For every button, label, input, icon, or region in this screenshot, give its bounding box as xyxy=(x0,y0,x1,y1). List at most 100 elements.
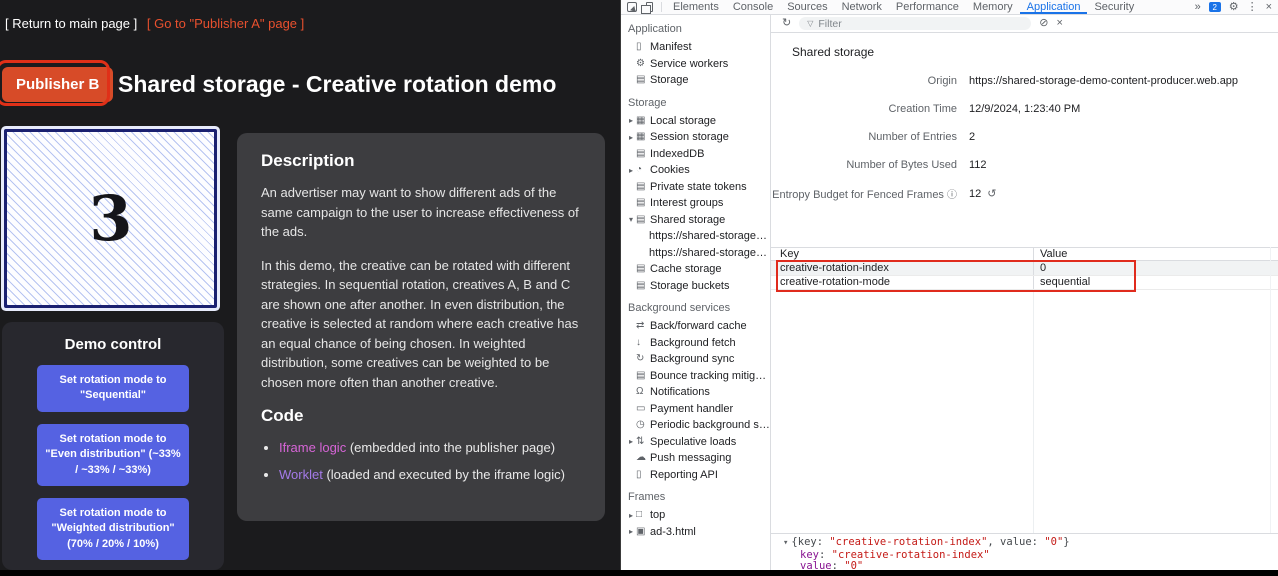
set-weighted-distribution-button[interactable]: Set rotation mode to "Weighted distribut… xyxy=(37,498,189,560)
item-label: Storage xyxy=(650,74,770,86)
section-title-background-services: Background services xyxy=(621,294,770,318)
meta-row-creation-time: Creation Time12/9/2024, 1:23:40 PM xyxy=(771,95,1278,123)
tab-security[interactable]: Security xyxy=(1087,0,1141,14)
tab-elements[interactable]: Elements xyxy=(666,0,726,14)
expander-icon[interactable]: ▸ xyxy=(626,116,636,125)
column-header-value[interactable]: Value xyxy=(1034,248,1278,260)
tab-console[interactable]: Console xyxy=(726,0,780,14)
tab-performance[interactable]: Performance xyxy=(889,0,966,14)
sidebar-item-local-storage[interactable]: ▸▦Local storage xyxy=(621,113,770,130)
refresh-icon[interactable]: ↻ xyxy=(782,18,791,29)
expander-icon[interactable]: ▾ xyxy=(626,215,636,224)
code-list: Iframe logic (embedded into the publishe… xyxy=(279,438,581,484)
clock-icon: ◷ xyxy=(636,420,650,430)
item-label: Interest groups xyxy=(650,197,770,209)
expander-icon[interactable]: ▾ xyxy=(783,538,788,548)
sidebar-item-shared-storage-origin-2[interactable]: https://shared-storage-d… xyxy=(621,245,770,262)
filter-input[interactable] xyxy=(818,18,1023,30)
worklet-link[interactable]: Worklet xyxy=(279,467,323,482)
sidebar-item-shared-storage[interactable]: ▾▤Shared storage xyxy=(621,212,770,229)
sidebar-item-session-storage[interactable]: ▸▦Session storage xyxy=(621,129,770,146)
sidebar-item-service-workers[interactable]: ⚙Service workers xyxy=(621,56,770,73)
database-icon: ▤ xyxy=(636,182,650,192)
sidebar-item-storage-buckets[interactable]: ▤Storage buckets xyxy=(621,278,770,295)
sidebar-item-back-forward-cache[interactable]: ⇄Back/forward cache xyxy=(621,318,770,335)
iframe-logic-link[interactable]: Iframe logic xyxy=(279,440,346,455)
sidebar-item-indexeddb[interactable]: ▤IndexedDB xyxy=(621,146,770,163)
sidebar-item-reporting-api[interactable]: ▯Reporting API xyxy=(621,467,770,484)
goto-publisher-a-link[interactable]: [ Go to "Publisher A" page ] xyxy=(147,16,304,31)
demo-control-title: Demo control xyxy=(2,322,224,353)
expander-icon[interactable]: ▸ xyxy=(626,133,636,142)
tab-application[interactable]: Application xyxy=(1020,0,1088,14)
sidebar-item-periodic-background-sync[interactable]: ◷Periodic background s… xyxy=(621,417,770,434)
sidebar-item-frame-top[interactable]: ▸□top xyxy=(621,507,770,524)
reset-budget-icon[interactable]: ↺ xyxy=(987,188,996,200)
list-item-text: (loaded and executed by the iframe logic… xyxy=(323,467,565,482)
database-icon: ▤ xyxy=(636,75,650,85)
delete-selected-icon[interactable]: × xyxy=(1056,18,1062,29)
expander-icon[interactable]: ▸ xyxy=(626,437,636,446)
expander-icon[interactable]: ▸ xyxy=(626,166,636,175)
set-even-distribution-button[interactable]: Set rotation mode to "Even distribution"… xyxy=(37,424,189,486)
code-heading: Code xyxy=(261,406,581,426)
filter-icon: ▽ xyxy=(807,20,813,28)
column-header-key[interactable]: Key xyxy=(771,248,1034,260)
description-paragraph-1: An advertiser may want to show different… xyxy=(261,183,581,242)
set-sequential-button[interactable]: Set rotation mode to "Sequential" xyxy=(37,365,189,412)
filter-box[interactable]: ▽ xyxy=(799,17,1031,30)
devtools-tab-bar: Elements Console Sources Network Perform… xyxy=(621,0,1278,15)
expander-icon[interactable]: ▸ xyxy=(626,511,636,520)
sidebar-item-bounce-tracking[interactable]: ▤Bounce tracking mitiga… xyxy=(621,368,770,385)
sidebar-item-storage[interactable]: ▤Storage xyxy=(621,72,770,89)
tab-memory[interactable]: Memory xyxy=(966,0,1020,14)
sidebar-item-push-messaging[interactable]: ☁Push messaging xyxy=(621,450,770,467)
sidebar-item-background-fetch[interactable]: ↓Background fetch xyxy=(621,335,770,352)
sidebar-item-private-state-tokens[interactable]: ▤Private state tokens xyxy=(621,179,770,196)
device-toolbar-icon[interactable] xyxy=(646,2,653,12)
item-label: Local storage xyxy=(650,115,770,127)
sidebar-item-interest-groups[interactable]: ▤Interest groups xyxy=(621,195,770,212)
database-icon: ▤ xyxy=(636,281,650,291)
more-tabs-button[interactable]: » xyxy=(1195,2,1201,13)
sidebar-item-shared-storage-origin-1[interactable]: https://shared-storage-d… xyxy=(621,228,770,245)
table-row-creative-rotation-index[interactable]: creative-rotation-index 0 xyxy=(771,261,1278,276)
sidebar-item-frame-ad3[interactable]: ▸▣ad-3.html xyxy=(621,524,770,541)
cookie-icon: ◔ xyxy=(636,165,650,175)
property-value: "creative-rotation-index" xyxy=(832,549,990,561)
tab-sources[interactable]: Sources xyxy=(780,0,834,14)
item-label: Reporting API xyxy=(650,469,770,481)
close-devtools-icon[interactable]: × xyxy=(1266,2,1272,13)
issues-count-badge[interactable]: 2 xyxy=(1209,2,1221,12)
cell-value: sequential xyxy=(1034,276,1278,290)
shared-storage-view: Shared storage Originhttps://shared-stor… xyxy=(771,33,1278,570)
shared-storage-heading: Shared storage xyxy=(792,45,874,59)
item-label: Private state tokens xyxy=(650,181,770,193)
meta-label: Entropy Budget for Fenced Frames ⓘ xyxy=(771,186,957,201)
tab-network[interactable]: Network xyxy=(835,0,889,14)
expander-icon[interactable]: ▸ xyxy=(626,527,636,536)
speculative-loads-icon: ⇅ xyxy=(636,437,650,447)
meta-row-entropy-budget: Entropy Budget for Fenced Frames ⓘ12↺ xyxy=(771,179,1278,207)
kebab-menu-icon[interactable]: ⋮ xyxy=(1247,2,1258,13)
return-main-page-link[interactable]: [ Return to main page ] xyxy=(5,16,137,31)
meta-label: Origin xyxy=(771,75,957,87)
item-label: Speculative loads xyxy=(650,436,770,448)
sidebar-item-cache-storage[interactable]: ▤Cache storage xyxy=(621,261,770,278)
sidebar-item-payment-handler[interactable]: ▭Payment handler xyxy=(621,401,770,418)
sidebar-item-background-sync[interactable]: ↻Background sync xyxy=(621,351,770,368)
item-label: Bounce tracking mitiga… xyxy=(650,370,770,382)
sidebar-item-notifications[interactable]: ΩNotifications xyxy=(621,384,770,401)
sidebar-item-cookies[interactable]: ▸◔Cookies xyxy=(621,162,770,179)
clear-all-icon[interactable]: ⊘ xyxy=(1039,18,1048,29)
sidebar-item-speculative-loads[interactable]: ▸⇅Speculative loads xyxy=(621,434,770,451)
sidebar-item-manifest[interactable]: ▯Manifest xyxy=(621,39,770,56)
info-icon[interactable]: ⓘ xyxy=(947,190,957,201)
item-label: Payment handler xyxy=(650,403,770,415)
settings-gear-icon[interactable]: ⚙ xyxy=(1229,2,1239,13)
table-row-creative-rotation-mode[interactable]: creative-rotation-mode sequential xyxy=(771,276,1278,291)
inspect-element-icon[interactable] xyxy=(627,2,637,12)
publisher-b-button[interactable]: Publisher B xyxy=(2,67,113,102)
item-label: top xyxy=(650,509,770,521)
application-sidebar: Application ▯Manifest ⚙Service workers ▤… xyxy=(621,15,771,570)
